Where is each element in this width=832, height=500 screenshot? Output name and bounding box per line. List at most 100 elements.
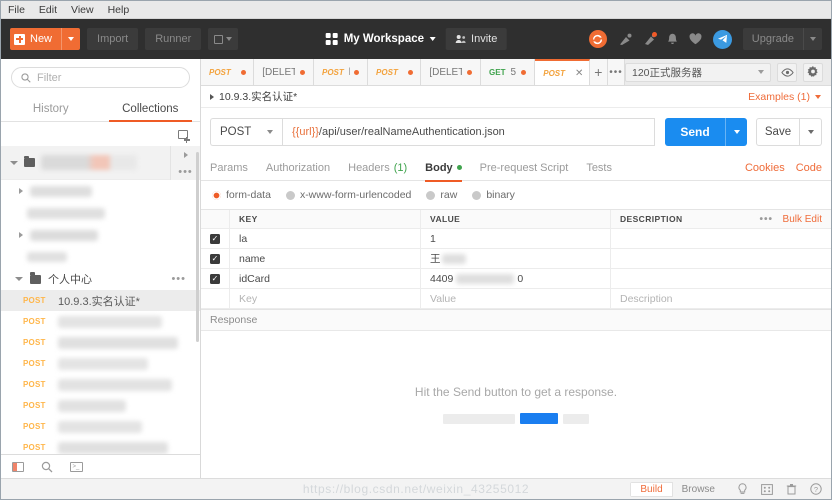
cookies-link[interactable]: Cookies xyxy=(745,162,785,174)
close-icon[interactable]: ✕ xyxy=(575,68,583,79)
row-description[interactable] xyxy=(611,249,831,268)
sidebar-scrollbar-thumb[interactable] xyxy=(196,152,199,342)
tab-params[interactable]: Params xyxy=(210,155,248,181)
folder-more-icon[interactable]: ••• xyxy=(171,273,186,285)
row-value[interactable]: 4409 0 xyxy=(421,269,611,288)
sidebar-tab-collections[interactable]: Collections xyxy=(101,96,201,122)
table-more-icon[interactable]: ••• xyxy=(759,214,773,225)
request-tab[interactable]: POST Unt xyxy=(201,59,255,85)
folder-row[interactable] xyxy=(1,224,200,246)
examples-dropdown[interactable]: Examples (1) xyxy=(748,91,821,103)
checkbox-checked-icon[interactable]: ✓ xyxy=(210,253,220,264)
request-tab[interactable]: GET 5.1.1 xyxy=(481,59,536,85)
request-tab[interactable]: POST Unt xyxy=(368,59,422,85)
broadcast-button[interactable] xyxy=(618,33,632,46)
new-button-dropdown[interactable] xyxy=(61,28,80,50)
request-tab[interactable]: POST http xyxy=(314,59,369,85)
import-button[interactable]: Import xyxy=(87,28,139,50)
http-method-selector[interactable]: POST xyxy=(210,118,282,146)
save-options-button[interactable] xyxy=(800,118,822,146)
tab-body[interactable]: Body xyxy=(425,155,462,182)
filter-input[interactable]: Filter xyxy=(11,67,190,88)
upgrade-dropdown[interactable] xyxy=(803,28,822,50)
row-description[interactable] xyxy=(611,229,831,248)
build-tab[interactable]: Build xyxy=(630,481,673,497)
favorites-button[interactable] xyxy=(689,33,702,45)
sidebar-request-item[interactable]: POST xyxy=(1,374,200,395)
sidebar-request-item[interactable]: POST xyxy=(1,311,200,332)
row-checkbox-cell[interactable]: ✓ xyxy=(201,269,230,288)
sidebar-request-item-selected[interactable]: POST 10.9.3.实名认证* xyxy=(1,290,200,311)
chevron-right-icon[interactable] xyxy=(210,93,214,100)
table-row[interactable]: ✓ la 1 xyxy=(201,229,831,249)
checkbox-checked-icon[interactable]: ✓ xyxy=(210,273,220,284)
row-description[interactable] xyxy=(611,269,831,288)
radio-form-data[interactable]: form-data xyxy=(212,189,271,201)
tab-pre-request-script[interactable]: Pre-request Script xyxy=(480,155,569,181)
folder-row[interactable] xyxy=(1,202,200,224)
table-row[interactable]: ✓ idCard 4409 0 xyxy=(201,269,831,289)
new-row-value-input[interactable]: Value xyxy=(421,289,611,308)
bulb-button[interactable] xyxy=(737,483,748,495)
environment-settings-button[interactable] xyxy=(803,62,823,82)
tab-tests[interactable]: Tests xyxy=(586,155,612,181)
workspace-selector[interactable]: My Workspace xyxy=(325,33,437,45)
trash-button[interactable] xyxy=(786,483,797,495)
bulk-edit-link[interactable]: Bulk Edit xyxy=(783,214,822,225)
new-button[interactable]: New xyxy=(10,28,81,50)
browse-tab[interactable]: Browse xyxy=(673,482,724,497)
collections-list[interactable]: ••• 个人中心 ••• POST 10.9.3.实名认证* POST POST… xyxy=(1,146,200,454)
new-collection-icon[interactable] xyxy=(178,129,190,144)
sidebar-request-item[interactable]: POST xyxy=(1,353,200,374)
invite-button[interactable]: Invite xyxy=(446,28,507,50)
alerts-button[interactable] xyxy=(667,33,678,46)
radio-raw[interactable]: raw xyxy=(426,189,457,201)
sidebar-request-item[interactable]: POST xyxy=(1,332,200,353)
url-input[interactable]: {{url}}/api/user/realNameAuthentication.… xyxy=(282,118,655,146)
table-row-empty[interactable]: Key Value Description xyxy=(201,289,831,309)
new-row-description-input[interactable]: Description xyxy=(611,289,831,308)
folder-row[interactable] xyxy=(1,180,200,202)
menu-view[interactable]: View xyxy=(71,1,94,19)
menu-edit[interactable]: Edit xyxy=(39,1,57,19)
environment-selector[interactable]: 120正式服务器 xyxy=(625,62,771,82)
help-button[interactable]: ? xyxy=(810,483,822,495)
send-button[interactable]: Send xyxy=(665,118,725,146)
save-button[interactable]: Save xyxy=(756,118,800,146)
menu-help[interactable]: Help xyxy=(108,1,130,19)
environment-quick-look-button[interactable] xyxy=(777,62,797,82)
row-key[interactable]: name xyxy=(230,249,421,268)
request-tab[interactable]: [DELETED] xyxy=(254,59,314,85)
sidebar-scrollbar[interactable] xyxy=(195,146,200,454)
tab-authorization[interactable]: Authorization xyxy=(266,155,330,181)
new-request-tab-button[interactable]: + xyxy=(589,59,609,85)
upgrade-button[interactable]: Upgrade xyxy=(742,28,822,50)
folder-row[interactable] xyxy=(1,246,200,268)
sidebar-tab-history[interactable]: History xyxy=(1,96,101,121)
runner-button[interactable]: Runner xyxy=(145,28,202,50)
collection-header[interactable]: ••• xyxy=(1,146,200,180)
radio-urlencoded[interactable]: x-www-form-urlencoded xyxy=(285,189,411,201)
request-tab-active[interactable]: POST 10. ✕ xyxy=(535,59,590,85)
tab-headers[interactable]: Headers (1) xyxy=(348,155,407,181)
row-key[interactable]: la xyxy=(230,229,421,248)
sidebar-request-item[interactable]: POST xyxy=(1,437,200,454)
checkbox-checked-icon[interactable]: ✓ xyxy=(210,233,220,244)
row-value[interactable]: 1 xyxy=(421,229,611,248)
sidebar-request-item[interactable]: POST xyxy=(1,395,200,416)
menu-file[interactable]: File xyxy=(8,1,25,19)
radio-binary[interactable]: binary xyxy=(472,189,515,201)
row-value[interactable]: 王 xyxy=(421,249,611,268)
table-row[interactable]: ✓ name 王 xyxy=(201,249,831,269)
folder-row-personal-center[interactable]: 个人中心 ••• xyxy=(1,268,200,290)
sidebar-toggle-icon[interactable] xyxy=(12,461,24,472)
sync-icon[interactable] xyxy=(588,30,607,48)
search-icon[interactable] xyxy=(41,461,53,473)
console-icon[interactable]: >_ xyxy=(70,461,83,472)
row-checkbox-cell[interactable]: ✓ xyxy=(201,249,230,268)
row-key[interactable]: idCard xyxy=(230,269,421,288)
user-avatar[interactable] xyxy=(712,29,732,49)
sidebar-request-item[interactable]: POST xyxy=(1,416,200,437)
build-browse-toggle[interactable]: Build Browse xyxy=(630,481,724,497)
request-tab[interactable]: [DELETED] xyxy=(421,59,482,85)
